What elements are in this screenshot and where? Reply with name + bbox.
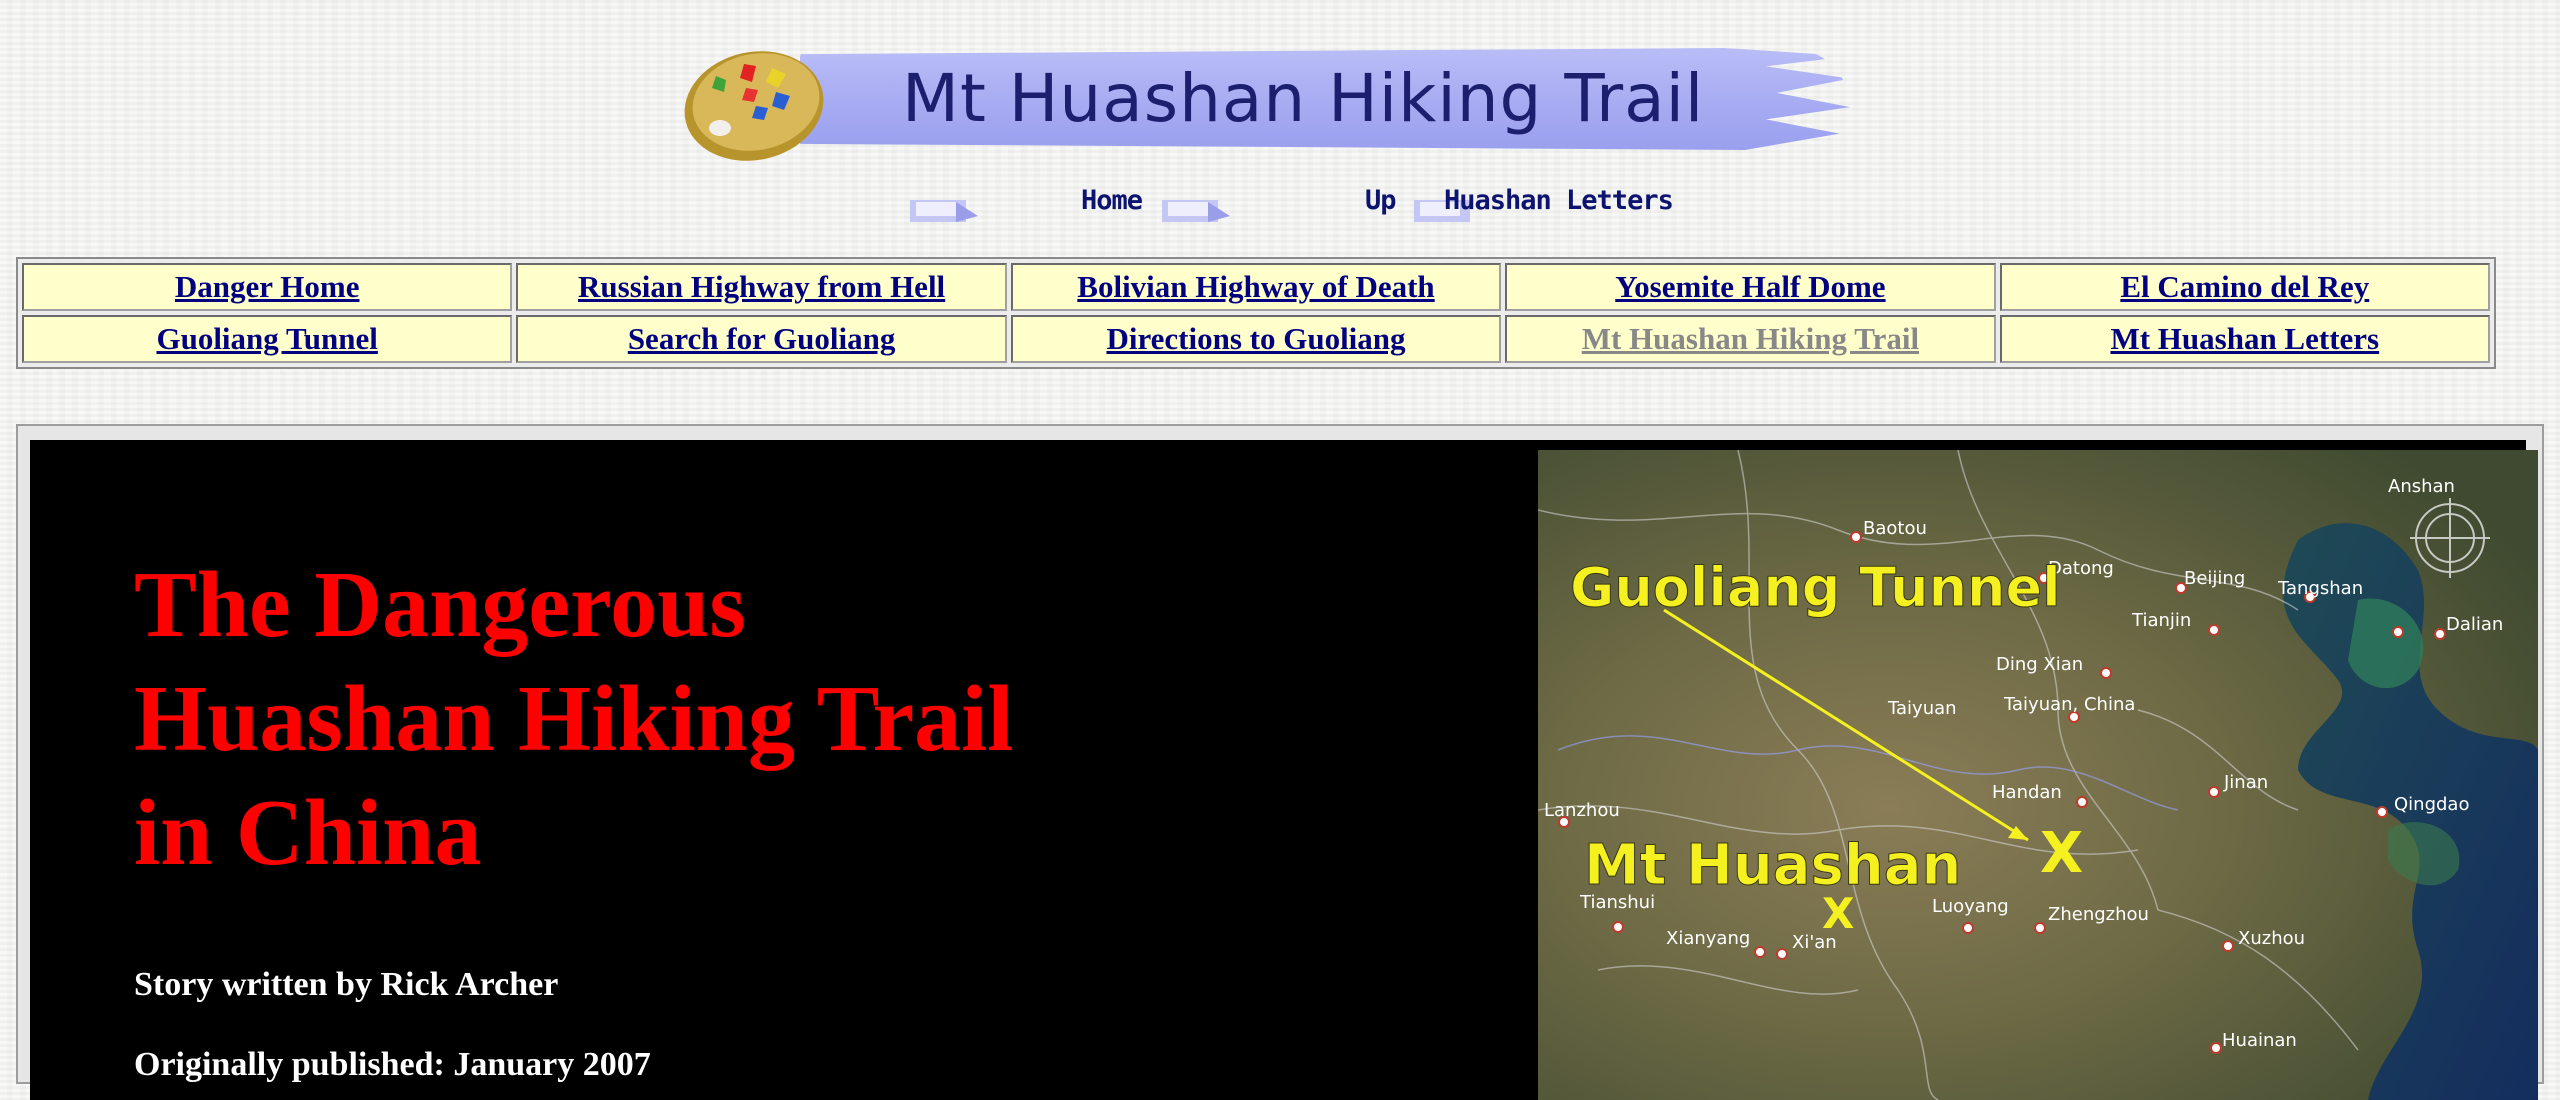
map-marker-huashan: X bbox=[1822, 889, 1854, 938]
map-city-label: Lanzhou bbox=[1544, 800, 1620, 821]
link-cell: Danger Home bbox=[22, 263, 513, 311]
nav-bar: Home Up Huashan Letters bbox=[0, 182, 2560, 232]
link-cell: Search for Guoliang bbox=[516, 315, 1007, 363]
map-city-label: Luoyang bbox=[1932, 896, 2009, 917]
link-cell: Russian Highway from Hell bbox=[516, 263, 1007, 311]
map-svg: Baotou Datong Beijing Tangshan Anshan Da… bbox=[1538, 450, 2538, 1100]
link-russian-highway[interactable]: Russian Highway from Hell bbox=[578, 269, 945, 305]
map-city-label: Taiyuan, China bbox=[2003, 694, 2135, 715]
nav-next-link[interactable]: Huashan Letters bbox=[1444, 185, 1674, 216]
map-city-label: Qingdao bbox=[2394, 794, 2469, 815]
link-cell: Yosemite Half Dome bbox=[1505, 263, 1996, 311]
headline-line: Huashan Hiking Trail bbox=[134, 667, 1014, 771]
site-banner: Mt Huashan Hiking Trail bbox=[680, 44, 1880, 162]
link-yosemite-half-dome[interactable]: Yosemite Half Dome bbox=[1615, 269, 1885, 305]
link-mt-huashan-letters[interactable]: Mt Huashan Letters bbox=[2110, 321, 2379, 357]
link-cell: Directions to Guoliang bbox=[1010, 315, 1502, 363]
map-city-label: Xuzhou bbox=[2238, 928, 2305, 949]
satellite-map-image: Baotou Datong Beijing Tangshan Anshan Da… bbox=[1538, 450, 2538, 1100]
link-cell: El Camino del Rey bbox=[1999, 263, 2490, 311]
article-headline: The Dangerous Huashan Hiking Trail in Ch… bbox=[134, 548, 1013, 890]
headline-line: The Dangerous bbox=[134, 553, 746, 657]
link-danger-home[interactable]: Danger Home bbox=[175, 269, 360, 305]
map-city-label: Dalian bbox=[2446, 614, 2503, 635]
article-publish-date: Originally published: January 2007 bbox=[134, 1046, 651, 1083]
link-el-camino-del-rey[interactable]: El Camino del Rey bbox=[2120, 269, 2369, 305]
link-guoliang-tunnel[interactable]: Guoliang Tunnel bbox=[156, 321, 377, 357]
banner-title: Mt Huashan Hiking Trail bbox=[902, 60, 1705, 137]
map-city-label: Anshan bbox=[2388, 476, 2455, 497]
nav-home-link[interactable]: Home bbox=[1081, 185, 1143, 216]
map-city-label: Jinan bbox=[2223, 772, 2268, 793]
map-city-label: Baotou bbox=[1863, 518, 1927, 539]
nav-back-button-icon[interactable] bbox=[908, 194, 980, 226]
nav-up-link[interactable]: Up bbox=[1365, 185, 1397, 216]
link-search-for-guoliang[interactable]: Search for Guoliang bbox=[628, 321, 896, 357]
link-cell: Mt Huashan Letters bbox=[1999, 315, 2490, 363]
paint-palette-icon bbox=[684, 51, 824, 161]
map-marker-guoliang: X bbox=[2040, 821, 2083, 886]
map-city-label: Handan bbox=[1992, 782, 2062, 803]
map-city-label: Beijing bbox=[2184, 568, 2245, 589]
link-cell: Guoliang Tunnel bbox=[22, 315, 513, 363]
map-city-label: Huainan bbox=[2222, 1030, 2297, 1051]
link-bolivian-highway[interactable]: Bolivian Highway of Death bbox=[1077, 269, 1434, 305]
headline-line: in China bbox=[134, 781, 482, 885]
site-links-table: Danger Home Russian Highway from Hell Bo… bbox=[16, 257, 2496, 369]
content-frame: The Dangerous Huashan Hiking Trail in Ch… bbox=[16, 424, 2544, 1100]
map-city-label: Zhengzhou bbox=[2048, 904, 2149, 925]
map-label-guoliang-tunnel: Guoliang Tunnel bbox=[1570, 556, 2061, 619]
map-city-label: Ding Xian bbox=[1996, 654, 2083, 675]
map-city-label: Taiyuan bbox=[1887, 698, 1957, 719]
nav-home-button-icon[interactable] bbox=[1160, 194, 1232, 226]
map-city-label: Tianjin bbox=[2131, 610, 2191, 631]
link-mt-huashan-hiking-trail[interactable]: Mt Huashan Hiking Trail bbox=[1582, 321, 1919, 357]
article-byline: Story written by Rick Archer bbox=[134, 966, 559, 1003]
map-city-label: Tangshan bbox=[2277, 578, 2363, 599]
article-header-panel: The Dangerous Huashan Hiking Trail in Ch… bbox=[30, 440, 2538, 1100]
link-cell: Mt Huashan Hiking Trail bbox=[1505, 315, 1996, 363]
link-cell: Bolivian Highway of Death bbox=[1010, 263, 1502, 311]
map-city-label: Xianyang bbox=[1666, 928, 1750, 949]
map-label-mt-huashan: Mt Huashan bbox=[1584, 833, 1961, 898]
link-directions-to-guoliang[interactable]: Directions to Guoliang bbox=[1106, 321, 1405, 357]
